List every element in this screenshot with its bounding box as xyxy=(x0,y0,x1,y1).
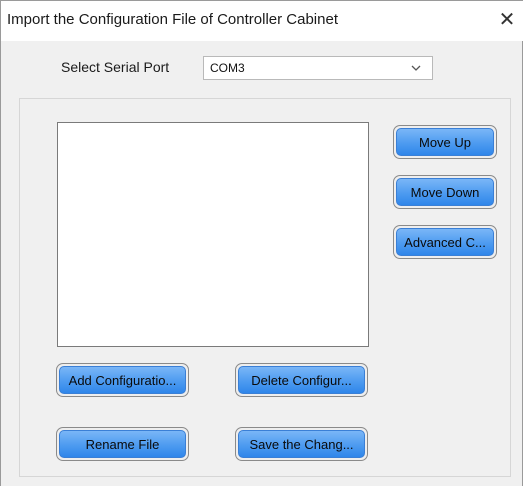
add-configuration-button[interactable]: Add Configuratio... xyxy=(56,363,189,397)
chevron-down-icon xyxy=(411,65,421,71)
delete-configuration-button[interactable]: Delete Configur... xyxy=(235,363,368,397)
serial-port-label: Select Serial Port xyxy=(61,59,170,75)
title-bar: Import the Configuration File of Control… xyxy=(1,1,523,41)
serial-port-select[interactable]: COM3 xyxy=(203,56,433,80)
add-configuration-label: Add Configuratio... xyxy=(59,366,186,394)
advanced-config-button[interactable]: Advanced C... xyxy=(393,225,497,259)
serial-port-value: COM3 xyxy=(210,61,245,75)
advanced-config-label: Advanced C... xyxy=(396,228,494,256)
rename-file-label: Rename File xyxy=(59,430,186,458)
save-changes-button[interactable]: Save the Chang... xyxy=(235,427,368,461)
import-config-dialog: Import the Configuration File of Control… xyxy=(0,0,523,486)
dialog-title: Import the Configuration File of Control… xyxy=(7,11,338,28)
move-down-button[interactable]: Move Down xyxy=(393,175,497,209)
save-changes-label: Save the Chang... xyxy=(238,430,365,458)
config-file-list[interactable] xyxy=(57,122,369,347)
move-up-label: Move Up xyxy=(396,128,494,156)
close-icon[interactable]: ✕ xyxy=(495,7,519,33)
rename-file-button[interactable]: Rename File xyxy=(56,427,189,461)
move-up-button[interactable]: Move Up xyxy=(393,125,497,159)
delete-configuration-label: Delete Configur... xyxy=(238,366,365,394)
move-down-label: Move Down xyxy=(396,178,494,206)
